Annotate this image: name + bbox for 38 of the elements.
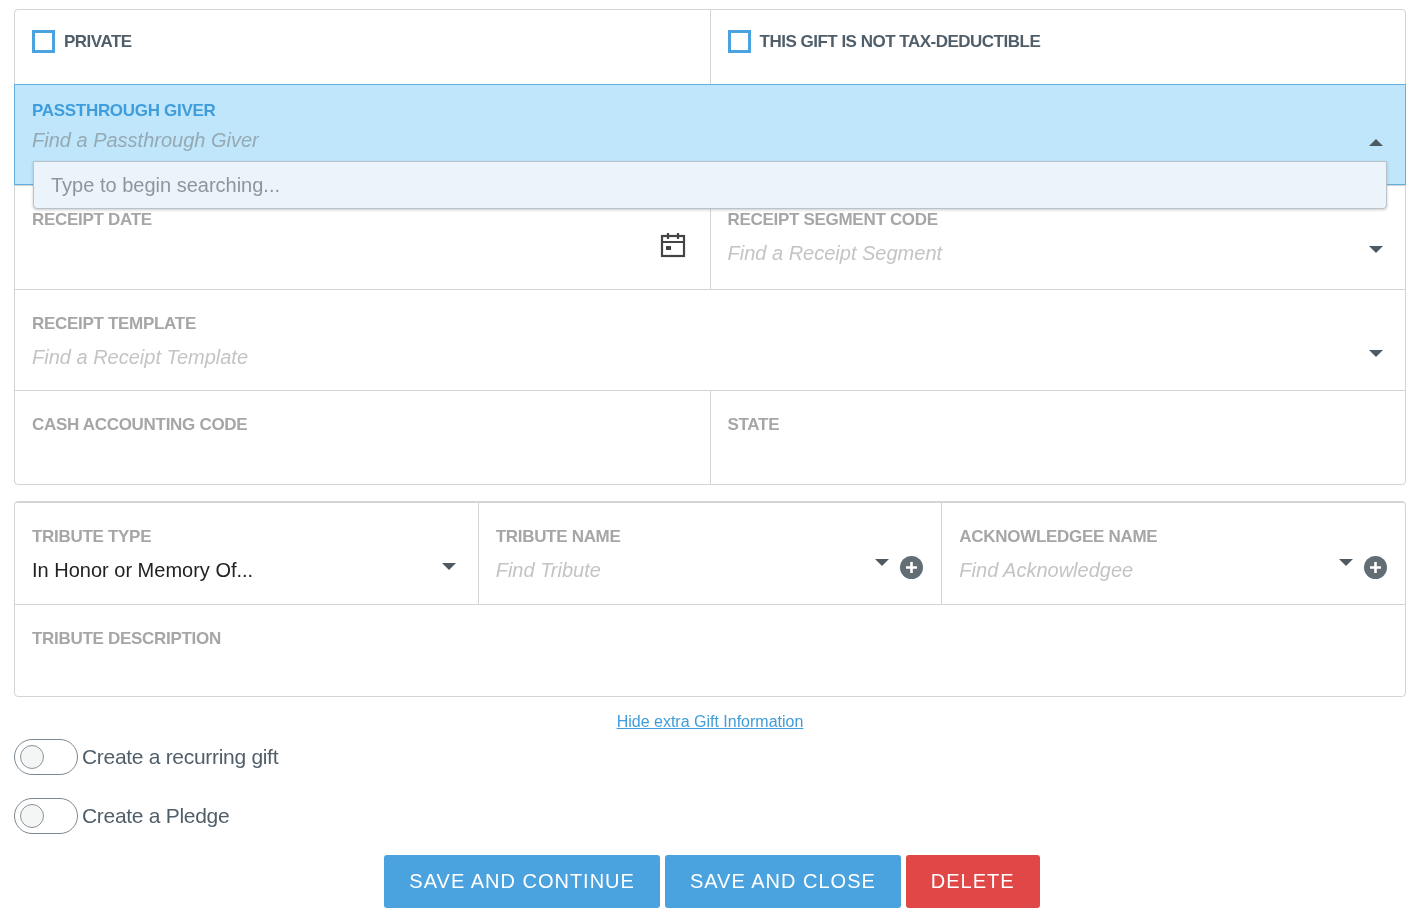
select-value[interactable]: In Honor or Memory Of... [32, 559, 254, 582]
field-label: TRIBUTE NAME [495, 527, 621, 547]
add-icon[interactable] [1364, 556, 1387, 579]
action-button[interactable]: SAVE AND CLOSE [664, 855, 901, 908]
hide-info-link[interactable]: Hide extra Gift Information [616, 713, 804, 731]
field-label: RECEIPT DATE [32, 210, 152, 230]
search-field[interactable]: Find Acknowledgee [959, 559, 1134, 582]
field-label: STATE [727, 415, 780, 435]
checkbox-label: THIS GIFT IS NOT TAX-DEDUCTIBLE [759, 31, 1041, 52]
caret-icon[interactable] [1369, 246, 1383, 253]
field-label: ACKNOWLEDGEE NAME [959, 527, 1158, 547]
search-field[interactable]: Find a Receipt Segment [727, 242, 943, 265]
calendar-icon[interactable] [659, 232, 686, 258]
search-dropdown[interactable]: Type to begin searching... [33, 161, 1387, 209]
toggle-label: Create a Pledge [82, 804, 230, 828]
field-placeholder: Find a Passthrough Giver [32, 129, 259, 152]
action-button[interactable]: DELETE [905, 855, 1040, 908]
add-icon[interactable] [900, 556, 924, 579]
caret-icon[interactable] [1369, 350, 1383, 357]
checkbox[interactable] [727, 30, 751, 53]
toggle-label: Create a recurring gift [82, 745, 279, 769]
field-label: RECEIPT TEMPLATE [32, 314, 196, 334]
field-label: RECEIPT SEGMENT CODE [727, 210, 938, 230]
caret-icon[interactable] [875, 559, 890, 566]
field-label: TRIBUTE DESCRIPTION [32, 629, 221, 649]
caret-icon[interactable] [441, 563, 456, 570]
toggle-switch[interactable] [14, 798, 78, 834]
search-field[interactable]: Find a Receipt Template [32, 346, 249, 369]
field-label: PASSTHROUGH GIVER [32, 101, 216, 121]
field-label: TRIBUTE TYPE [32, 527, 152, 547]
field-label: CASH ACCOUNTING CODE [32, 415, 248, 435]
caret-icon[interactable] [1369, 139, 1383, 146]
toggle-switch[interactable] [14, 739, 78, 775]
checkbox[interactable] [32, 30, 55, 53]
action-button[interactable]: SAVE AND CONTINUE [384, 855, 660, 908]
checkbox-label: PRIVATE [64, 31, 132, 52]
caret-icon[interactable] [1339, 559, 1353, 566]
search-field[interactable]: Find Tribute [495, 559, 601, 582]
